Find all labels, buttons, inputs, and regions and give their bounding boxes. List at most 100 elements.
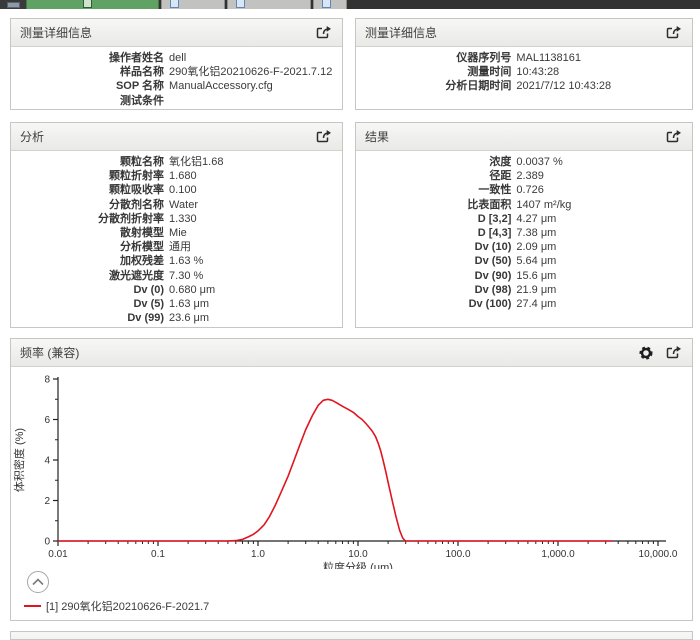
field-label: 分析日期时间 xyxy=(366,79,511,93)
field-value: 1.680 xyxy=(169,169,337,183)
field-value: 290氧化铝20210626-F-2021.7.12 xyxy=(169,65,337,79)
field-value: 21.9 μm xyxy=(516,283,687,297)
field-label: SOP 名称 xyxy=(21,79,164,93)
detail-row: 操作者姓名dell xyxy=(21,51,332,65)
field-label: 分散剂折射率 xyxy=(21,212,164,226)
field-value: 7.38 μm xyxy=(516,226,687,240)
window-menu-button[interactable] xyxy=(0,0,26,9)
field-value: 1407 m²/kg xyxy=(516,198,687,212)
svg-text:10,000.0: 10,000.0 xyxy=(639,549,678,560)
svg-text:1.0: 1.0 xyxy=(251,549,265,560)
gear-icon[interactable] xyxy=(637,345,655,361)
window-tab[interactable] xyxy=(161,0,225,9)
tabstrip xyxy=(0,0,347,9)
detail-row: 径距2.389 xyxy=(366,169,682,183)
panel-header: 结果 xyxy=(356,123,692,151)
detail-row: 颗粒折射率1.680 xyxy=(21,169,332,183)
panel-title: 测量详细信息 xyxy=(20,24,315,41)
field-label: 颗粒折射率 xyxy=(21,169,164,183)
document-icon xyxy=(322,0,331,8)
detail-row: 测量时间10:43:28 xyxy=(366,65,682,79)
field-value: 0.726 xyxy=(516,183,687,197)
field-value: 氧化铝1.68 xyxy=(169,155,337,169)
document-icon xyxy=(83,0,92,8)
field-label: Dv (99) xyxy=(21,311,164,325)
field-label: 颗粒吸收率 xyxy=(21,183,164,197)
window-tabbar xyxy=(0,0,700,9)
field-label: 测试条件 xyxy=(21,94,164,108)
field-value: 1.63 μm xyxy=(169,297,337,311)
detail-row: 分析日期时间2021/7/12 10:43:28 xyxy=(366,79,682,93)
middle-panel-row: 分析 颗粒名称氧化铝1.68颗粒折射率1.680颗粒吸收率0.100分散剂名称W… xyxy=(10,122,693,328)
detail-row: Dv (50)5.64 μm xyxy=(366,254,682,268)
detail-row: Dv (90)15.6 μm xyxy=(366,269,682,283)
detail-row: 分散剂名称Water xyxy=(21,198,332,212)
panel-header xyxy=(11,632,692,640)
svg-text:4: 4 xyxy=(44,456,50,467)
svg-text:体积密度 (%): 体积密度 (%) xyxy=(12,428,26,492)
panel-header: 分析 xyxy=(11,123,342,151)
field-value: 0.680 μm xyxy=(169,283,337,297)
chart-body: 0.010.11.010.0100.01,000.010,000.002468粒… xyxy=(11,367,692,614)
svg-text:2: 2 xyxy=(44,496,50,507)
detail-row: Dv (99)23.6 μm xyxy=(21,311,332,325)
detail-row: 测试条件 xyxy=(21,94,332,108)
field-value: dell xyxy=(169,51,337,65)
field-label: 操作者姓名 xyxy=(21,51,164,65)
field-value: 0.0037 % xyxy=(516,155,687,169)
field-label: 激光遮光度 xyxy=(21,269,164,283)
panel-frequency-chart: 频率 (兼容) 0.010.11.010.0100.01,000.010,000… xyxy=(10,338,693,621)
field-value: 2021/7/12 10:43:28 xyxy=(516,79,687,93)
panel-body: 颗粒名称氧化铝1.68颗粒折射率1.680颗粒吸收率0.100分散剂名称Wate… xyxy=(11,151,342,328)
export-icon[interactable] xyxy=(665,25,683,41)
legend-item[interactable]: [1] 290氧化铝20210626-F-2021.7 xyxy=(24,598,692,614)
report-page: 测量详细信息 操作者姓名dell样品名称290氧化铝20210626-F-202… xyxy=(0,9,700,640)
svg-text:粒度分级 (μm): 粒度分级 (μm) xyxy=(323,560,393,569)
field-value: Water xyxy=(169,198,337,212)
svg-text:0: 0 xyxy=(44,537,50,548)
export-icon[interactable] xyxy=(665,129,683,145)
panel-title: 频率 (兼容) xyxy=(20,344,637,361)
field-label: Dv (5) xyxy=(21,297,164,311)
panel-header: 测量详细信息 xyxy=(11,19,342,47)
detail-row: Dv (10)2.09 μm xyxy=(366,240,682,254)
field-value: 10:43:28 xyxy=(516,65,687,79)
detail-row: D [3,2]4.27 μm xyxy=(366,212,682,226)
tab-active[interactable] xyxy=(26,0,159,9)
document-icon xyxy=(170,0,179,8)
detail-row: Dv (0)0.680 μm xyxy=(21,283,332,297)
panel-title: 测量详细信息 xyxy=(365,24,665,41)
panel-next-clipped xyxy=(10,631,693,640)
legend-collapse-button[interactable] xyxy=(27,571,49,593)
field-value: 5.64 μm xyxy=(516,254,687,268)
field-label: 测量时间 xyxy=(366,65,511,79)
field-label: D [3,2] xyxy=(366,212,511,226)
legend-label: [1] 290氧化铝20210626-F-2021.7 xyxy=(46,598,209,614)
field-value: 15.6 μm xyxy=(516,269,687,283)
field-value: 1.330 xyxy=(169,212,337,226)
field-value: 通用 xyxy=(169,240,337,254)
detail-row: 比表面积1407 m²/kg xyxy=(366,198,682,212)
window-tab[interactable] xyxy=(227,0,311,9)
svg-text:6: 6 xyxy=(44,415,50,426)
svg-text:1,000.0: 1,000.0 xyxy=(541,549,575,560)
panel-body: 操作者姓名dell样品名称290氧化铝20210626-F-2021.7.12S… xyxy=(11,47,342,110)
field-label: 散射模型 xyxy=(21,226,164,240)
svg-text:0.01: 0.01 xyxy=(48,549,68,560)
field-label: Dv (50) xyxy=(366,254,511,268)
detail-row: 散射模型Mie xyxy=(21,226,332,240)
field-label: Dv (98) xyxy=(366,283,511,297)
export-icon[interactable] xyxy=(665,345,683,361)
window-tab[interactable] xyxy=(313,0,347,9)
detail-row: 分散剂折射率1.330 xyxy=(21,212,332,226)
field-value: 23.6 μm xyxy=(169,311,337,325)
svg-text:10.0: 10.0 xyxy=(348,549,368,560)
legend-line-swatch xyxy=(24,605,41,607)
detail-row: SOP 名称ManualAccessory.cfg xyxy=(21,79,332,93)
document-icon xyxy=(236,0,245,8)
export-icon[interactable] xyxy=(315,25,333,41)
detail-row: Dv (98)21.9 μm xyxy=(366,283,682,297)
export-icon[interactable] xyxy=(315,129,333,145)
panel-analysis: 分析 颗粒名称氧化铝1.68颗粒折射率1.680颗粒吸收率0.100分散剂名称W… xyxy=(10,122,343,328)
field-label: 加权残差 xyxy=(21,254,164,268)
